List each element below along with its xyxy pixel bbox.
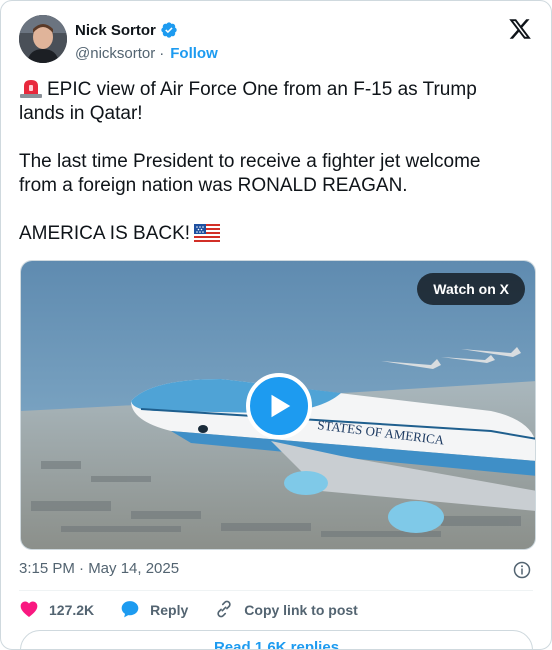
speech-bubble-icon [120, 599, 140, 622]
info-icon[interactable] [513, 561, 531, 579]
handle-separator: · [159, 45, 165, 62]
x-logo-icon[interactable] [507, 17, 533, 41]
siren-emoji-icon [19, 78, 43, 98]
author-handle[interactable]: @nicksortor [75, 45, 155, 62]
read-replies-button[interactable]: Read 1.6K replies [20, 630, 533, 649]
handle-row: @nicksortor · Follow [75, 45, 218, 62]
copy-link-label: Copy link to post [244, 602, 358, 618]
heart-icon [19, 599, 39, 622]
video-player[interactable]: STATES OF AMERICA Watch on X [20, 260, 536, 550]
like-button[interactable]: 127.2K [19, 599, 94, 622]
tweet-card: Nick Sortor @nicksortor · Follow EPIC vi… [0, 0, 552, 650]
link-icon [214, 599, 234, 622]
tweet-line-1-text: EPIC view of Air Force One from an F-15 … [19, 79, 477, 124]
us-flag-emoji-icon [194, 224, 221, 242]
watch-on-x-button[interactable]: Watch on X [417, 273, 525, 305]
tweet-line-2: The last time President to receive a fig… [19, 151, 481, 196]
reply-button[interactable]: Reply [120, 599, 188, 622]
reply-label: Reply [150, 602, 189, 618]
name-row: Nick Sortor [75, 21, 178, 39]
action-bar: 127.2K Reply Copy link to post [19, 599, 384, 621]
verified-badge-icon [160, 21, 178, 39]
play-icon[interactable] [246, 373, 312, 439]
author-name[interactable]: Nick Sortor [75, 22, 156, 39]
divider [19, 590, 533, 591]
like-count: 127.2K [49, 602, 95, 618]
tweet-header: Nick Sortor @nicksortor · Follow [19, 15, 533, 65]
tweet-timestamp[interactable]: 3:15 PM · May 14, 2025 [19, 560, 179, 577]
tweet-text: EPIC view of Air Force One from an F-15 … [19, 78, 519, 246]
tweet-line-3: AMERICA IS BACK! [19, 222, 519, 246]
avatar[interactable] [19, 15, 67, 63]
follow-link[interactable]: Follow [170, 45, 218, 62]
tweet-line-1: EPIC view of Air Force One from an F-15 … [19, 78, 519, 126]
tweet-line-3-text: AMERICA IS BACK! [19, 223, 191, 244]
copy-link-button[interactable]: Copy link to post [214, 599, 358, 622]
